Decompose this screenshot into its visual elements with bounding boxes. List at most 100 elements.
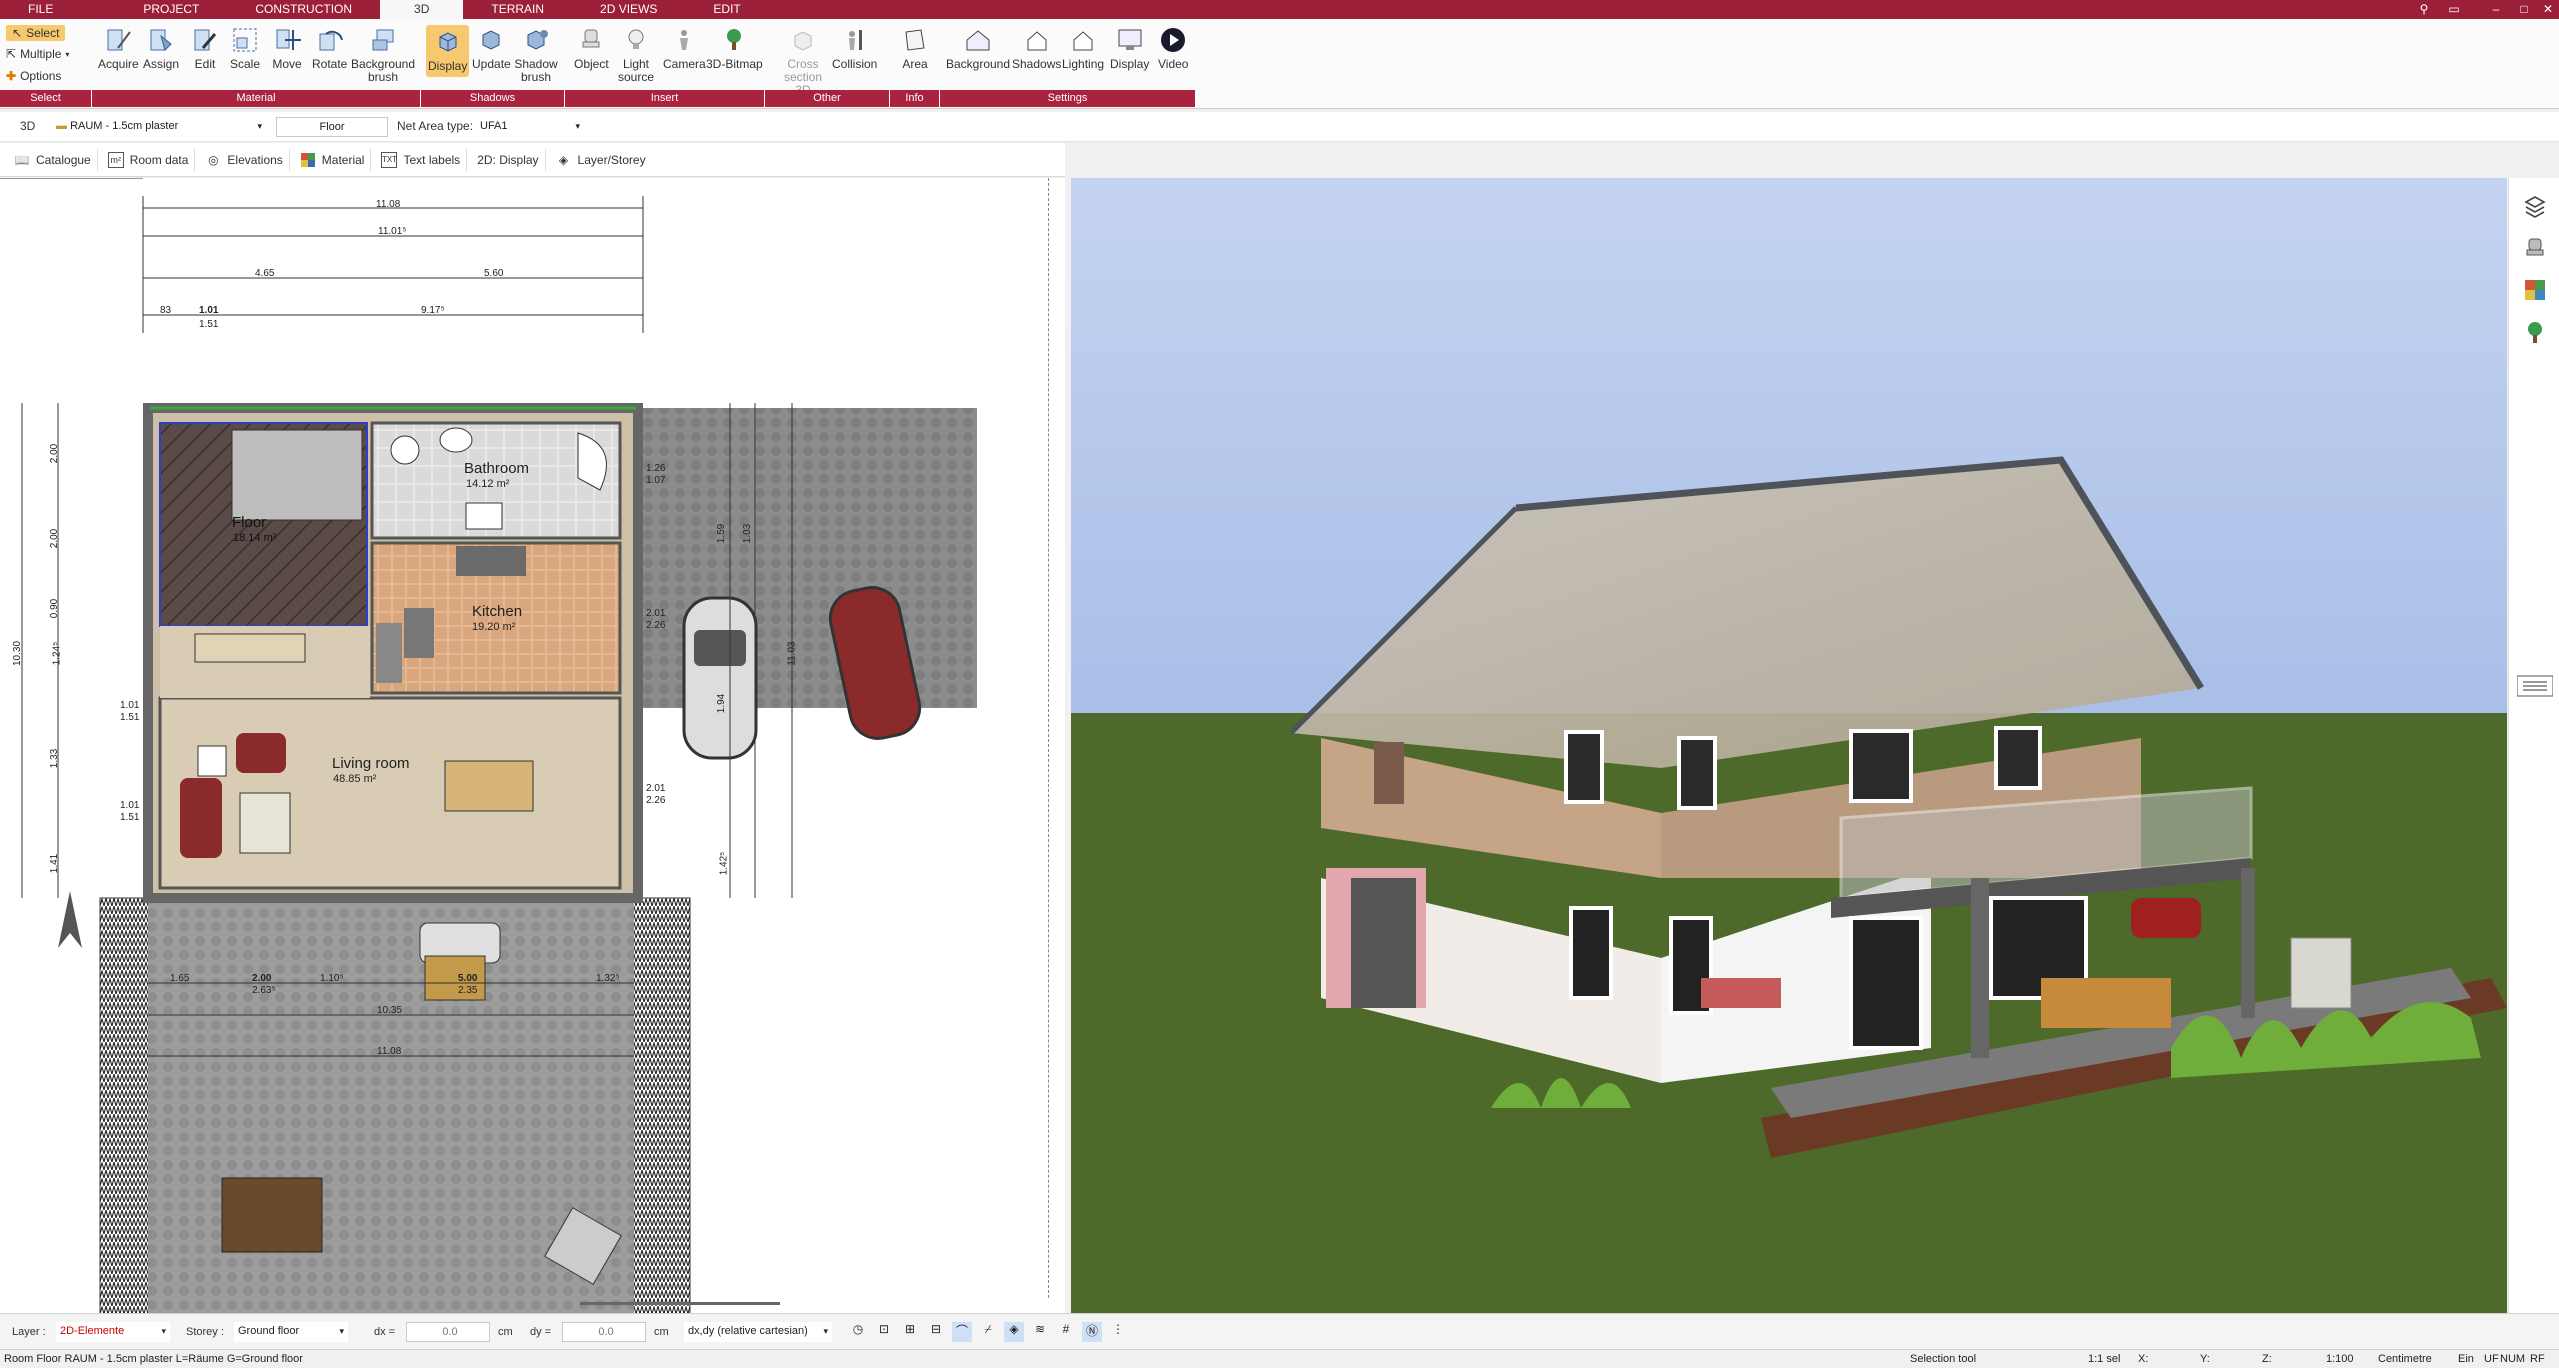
snap-point-icon[interactable]: ⊡ (874, 1322, 894, 1342)
light-source-button[interactable]: Light source (614, 25, 658, 84)
menu-tab-edit[interactable]: EDIT (685, 0, 768, 19)
menu-tab-construction[interactable]: CONSTRUCTION (227, 0, 380, 19)
3d-view[interactable] (1071, 178, 2507, 1313)
net-area-select[interactable]: UFA1 ▾ (476, 117, 584, 137)
layers-icon[interactable] (2521, 192, 2549, 220)
room-area-bathroom: 14.12 m² (466, 478, 510, 490)
elevations-button[interactable]: ◎ Elevations (199, 148, 290, 171)
room-area-living-room: 48.85 m² (333, 773, 377, 785)
shadow-brush-button[interactable]: Shadow brush (510, 25, 562, 84)
object-button[interactable]: Object (574, 25, 609, 71)
multiple-button[interactable]: ⇱ Multiple ▾ (6, 47, 69, 61)
folder-icon: ▬ (56, 120, 67, 132)
3d-bitmap-button[interactable]: 3D-Bitmap (706, 25, 763, 71)
elevations-icon: ◎ (208, 152, 219, 167)
plan-horizontal-scrollbar[interactable] (580, 1302, 780, 1305)
floor-name-field[interactable]: Floor (276, 117, 388, 137)
plus-icon: ✚ (6, 69, 17, 83)
floor-plan-view[interactable]: Bathroom 14.12 m² Floor 18.14 m² Kitchen… (0, 178, 1065, 1313)
ortho-icon[interactable]: ≋ (1030, 1322, 1050, 1342)
storey-select[interactable]: Ground floor ▾ (234, 1322, 348, 1342)
collision-icon (840, 25, 870, 55)
dx-label: dx = (374, 1326, 396, 1338)
material-select[interactable]: ▬ RAUM - 1.5cm plaster ▾ (52, 117, 266, 137)
collision-button[interactable]: Collision (832, 25, 877, 71)
settings-display-button[interactable]: Display (1110, 25, 1149, 71)
room-data-button[interactable]: m² Room data (102, 148, 196, 171)
dimension-label: 1.03 (742, 523, 754, 544)
cross-section-3d-button[interactable]: Cross section 3D (780, 25, 826, 97)
snap-n-icon[interactable]: Ⓝ (1082, 1322, 1102, 1342)
dimension-label: 1.65 (170, 973, 190, 984)
menu-tab-project[interactable]: PROJECT (115, 0, 227, 19)
edit-button[interactable]: Edit (190, 25, 220, 71)
coordinate-mode-select[interactable]: dx,dy (relative cartesian) ▾ (684, 1322, 832, 1342)
move-button[interactable]: Move (272, 25, 302, 71)
settings-shadows-button[interactable]: Shadows (1012, 25, 1061, 71)
net-area-label: Net Area type: (397, 119, 474, 133)
plan-scrollbar[interactable] (1048, 178, 1052, 1298)
snap-line-icon[interactable]: ⊞ (900, 1322, 920, 1342)
cube-refresh-icon (476, 25, 506, 55)
lighting-button[interactable]: Lighting (1062, 25, 1104, 71)
room-name-kitchen: Kitchen (472, 603, 523, 620)
dimension-label: 10.35 (377, 1005, 403, 1016)
selection-count: 1:1 sel (2088, 1353, 2121, 1365)
close-icon[interactable]: ✕ (2534, 0, 2559, 19)
acquire-button[interactable]: Acquire (98, 25, 139, 71)
dx-input[interactable]: 0.0 (406, 1322, 490, 1342)
group-label-info: Info (890, 90, 940, 107)
update-button[interactable]: Update (472, 25, 511, 71)
background-brush-button[interactable]: Background brush (350, 25, 416, 84)
shadows-display-button[interactable]: Display (426, 25, 470, 77)
camera-button[interactable]: Camera (663, 25, 706, 71)
snap-angle-icon[interactable]: ⌒ (952, 1322, 972, 1342)
group-label-insert: Insert (565, 90, 765, 107)
layer-select[interactable]: 2D-Elemente ▾ (56, 1322, 170, 1342)
tree-icon (719, 25, 749, 55)
chair-icon[interactable] (2521, 234, 2549, 262)
dy-input[interactable]: 0.0 (562, 1322, 646, 1342)
lightbulb-icon (621, 25, 651, 55)
snap-object-icon[interactable]: ⊟ (926, 1322, 946, 1342)
select-button[interactable]: ↖ Select (6, 25, 66, 41)
minimize-icon[interactable]: – (2482, 0, 2510, 19)
catalogue-button[interactable]: 📖 Catalogue (8, 148, 98, 171)
material-palette-icon[interactable] (2521, 276, 2549, 304)
more-icon[interactable]: ⋮ (1108, 1322, 1128, 1342)
assign-button[interactable]: Assign (143, 25, 179, 71)
help-icon[interactable]: ⚲ (2410, 0, 2438, 19)
dimension-label: 2.01 (646, 783, 666, 794)
restore-icon[interactable]: ▭ (2440, 0, 2468, 19)
menu-tab-3d[interactable]: 3D (380, 0, 464, 19)
unit-readout: Centimetre (2378, 1353, 2432, 1365)
background-button[interactable]: Background (946, 25, 1010, 71)
options-button[interactable]: ✚ Options (6, 69, 61, 83)
scale-button[interactable]: Scale (230, 25, 260, 71)
video-button[interactable]: Video (1158, 25, 1188, 71)
dimension-label: 1.94 (716, 693, 728, 714)
area-button[interactable]: Area (900, 25, 930, 71)
clock-icon[interactable]: ◷ (848, 1322, 868, 1342)
group-label-shadows: Shadows (421, 90, 565, 107)
north-arrow-icon (58, 891, 82, 948)
uf-indicator: UF (2484, 1353, 2499, 1365)
z-coordinate-label: Z: (2262, 1353, 2272, 1365)
panel-toggle-icon[interactable] (2515, 672, 2555, 700)
material-tab-button[interactable]: Material (294, 148, 372, 171)
tree-icon[interactable] (2521, 318, 2549, 346)
rotate-button[interactable]: Rotate (312, 25, 347, 71)
snap-intersect-icon[interactable]: ⌿ (978, 1322, 998, 1342)
snap-active-icon[interactable]: ◈ (1004, 1322, 1024, 1342)
dimension-label: 1.07 (646, 475, 666, 486)
2d-display-button[interactable]: 2D: Display (471, 148, 546, 171)
dimension-label: 2.00 (252, 973, 272, 984)
dimension-label: 2.26 (646, 620, 666, 631)
menu-tab-file[interactable]: FILE (0, 0, 81, 19)
grid-icon[interactable]: # (1056, 1322, 1076, 1342)
room-area-kitchen: 19.20 m² (472, 621, 516, 633)
text-labels-button[interactable]: TXT Text labels (375, 148, 468, 171)
layer-storey-button[interactable]: ◈ Layer/Storey (550, 149, 652, 171)
menu-tab-2d-views[interactable]: 2D VIEWS (572, 0, 685, 19)
menu-tab-terrain[interactable]: TERRAIN (463, 0, 572, 19)
